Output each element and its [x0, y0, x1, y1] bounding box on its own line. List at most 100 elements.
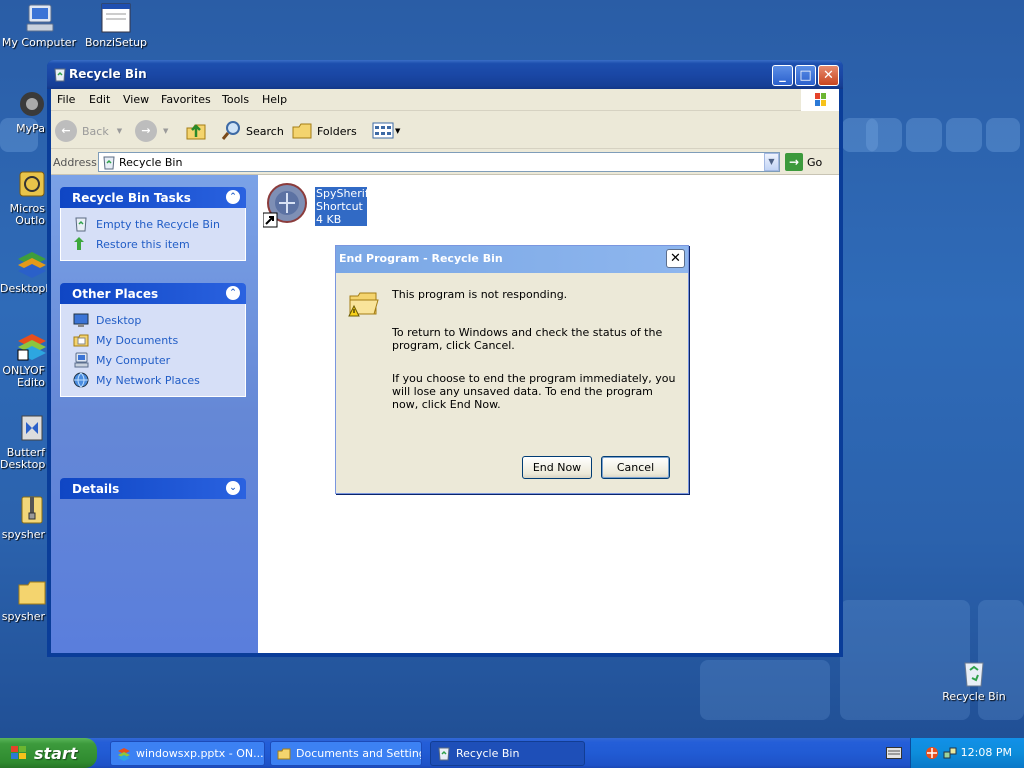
window-titlebar[interactable]: Recycle Bin _ □ ✕ [47, 60, 843, 89]
chevron-up-icon[interactable]: ⌃ [226, 286, 240, 300]
dialog-titlebar[interactable]: End Program - Recycle Bin ✕ [336, 246, 688, 273]
chevron-down-icon: ▼ [116, 127, 123, 135]
dialog-message-cancel-hint: To return to Windows and check the statu… [392, 326, 663, 352]
dialog-title: End Program - Recycle Bin [339, 252, 503, 265]
setup-window-icon [100, 2, 132, 34]
minimize-button[interactable]: _ [772, 65, 793, 86]
keyboard-icon[interactable] [886, 747, 902, 759]
desktop-icon-spysheriff-archive[interactable]: spysher [0, 494, 47, 541]
recycle-bin-icon [53, 67, 67, 82]
folders-label: Folders [317, 124, 357, 138]
desktop-icon-label: Desktopl [0, 282, 47, 295]
my-network-places-link[interactable]: My Network Places [73, 370, 245, 390]
wallpaper-square [986, 118, 1020, 152]
desktop-icon-outlook[interactable]: Micros Outlo [0, 168, 47, 227]
back-arrow-icon: ← [55, 120, 77, 142]
recycle-bin-icon [437, 747, 451, 761]
my-documents-link[interactable]: My Documents [73, 330, 245, 350]
desktop-icon-label: My Computer [1, 36, 77, 49]
folder-icon [277, 747, 291, 761]
minimize-icon: _ [779, 68, 786, 83]
empty-recycle-bin-link[interactable]: Empty the Recycle Bin [73, 214, 245, 234]
onlyoffice-icon [16, 330, 47, 362]
menu-help[interactable]: Help [262, 93, 287, 106]
close-icon: ✕ [823, 68, 834, 83]
dialog-message-not-responding: This program is not responding. [392, 288, 568, 301]
desktop-icon-spysheriff-folder[interactable]: spysher [0, 576, 47, 623]
recycle-bin-tasks-panel: Recycle Bin Tasks ⌃ Empty the Recycle Bi… [60, 187, 246, 261]
back-label: Back [82, 124, 109, 138]
go-button[interactable]: → Go [785, 152, 822, 172]
other-places-panel: Other Places ⌃ Desktop My Documents My C… [60, 283, 246, 397]
menu-view[interactable]: View [123, 93, 149, 106]
windows-logo-icon [801, 89, 839, 111]
menu-favorites[interactable]: Favorites [161, 93, 211, 106]
tray-network-icon[interactable] [943, 746, 957, 760]
cancel-button[interactable]: Cancel [601, 456, 670, 479]
close-button[interactable]: ✕ [818, 65, 839, 86]
my-documents-icon [73, 332, 89, 348]
chevron-down-icon[interactable]: ⌄ [226, 481, 240, 495]
clock[interactable]: 12:08 PM [961, 746, 1012, 759]
desktop-icon-desktopl[interactable]: Desktopl [0, 248, 47, 295]
desktop-icon-butterfly[interactable]: Butterf Desktop [0, 412, 47, 471]
windows-flag-icon [10, 745, 28, 761]
address-bar: Address Recycle Bin ▼ → Go [51, 149, 839, 175]
dialog-message-end-now-hint: If you choose to end the program immedia… [392, 372, 676, 411]
desktop-icon-mypa[interactable]: MyPa [0, 88, 47, 135]
menu-file[interactable]: File [57, 93, 75, 106]
up-folder-button[interactable] [185, 119, 207, 143]
close-icon: ✕ [670, 251, 681, 266]
task-link-label: Desktop [96, 313, 142, 327]
desktop-icon-bonzisetup[interactable]: BonziSetup [77, 2, 155, 49]
search-button[interactable]: Search [221, 119, 284, 143]
menu-edit[interactable]: Edit [89, 93, 110, 106]
empty-recycle-bin-icon [73, 216, 89, 232]
desktop-icon-label: Recycle Bin [942, 690, 1006, 703]
task-link-label: My Network Places [96, 373, 200, 387]
views-button[interactable]: ▼ [371, 119, 400, 143]
desktop-icon-label: Micros Outlo [9, 202, 45, 227]
desktop-link[interactable]: Desktop [73, 310, 245, 330]
desktop-icon-recycle-bin[interactable]: Recycle Bin [935, 656, 1013, 703]
task-link-label: My Computer [96, 353, 171, 367]
details-header[interactable]: Details ⌄ [60, 478, 246, 499]
file-type: Shortcut [316, 200, 363, 213]
other-places-header[interactable]: Other Places ⌃ [60, 283, 246, 304]
file-name: SpySheriff [316, 187, 373, 200]
window-title: Recycle Bin [69, 67, 147, 81]
address-dropdown-button[interactable]: ▼ [764, 153, 779, 171]
desktop-icon-onlyoffice[interactable]: ONLYOF Edito [0, 330, 47, 389]
go-label: Go [807, 155, 823, 169]
dialog-close-button[interactable]: ✕ [666, 249, 685, 268]
back-button[interactable]: ← Back ▼ [55, 119, 122, 143]
restore-item-link[interactable]: Restore this item [73, 234, 245, 254]
go-arrow-icon: → [785, 153, 803, 171]
chevron-up-icon[interactable]: ⌃ [226, 190, 240, 204]
menu-tools[interactable]: Tools [222, 93, 249, 106]
spysheriff-shortcut-icon [262, 181, 311, 229]
wallpaper-square [700, 660, 830, 720]
task-pane: Recycle Bin Tasks ⌃ Empty the Recycle Bi… [51, 175, 258, 653]
panel-title: Other Places [72, 287, 159, 301]
folder-icon [16, 576, 47, 608]
start-button[interactable]: start [0, 738, 97, 768]
taskbar-button-recycle-bin[interactable]: Recycle Bin [430, 741, 585, 766]
taskbar-button-documents-and-settings[interactable]: Documents and Settings [270, 741, 422, 766]
forward-button[interactable]: → ▼ [135, 119, 168, 143]
folders-button[interactable]: Folders [291, 119, 357, 143]
maximize-button[interactable]: □ [795, 65, 816, 86]
desktop-icon-my-computer[interactable]: My Computer [0, 2, 78, 49]
recycle-bin-tasks-header[interactable]: Recycle Bin Tasks ⌃ [60, 187, 246, 208]
end-now-button[interactable]: End Now [522, 456, 592, 479]
tray-spysheriff-icon[interactable] [925, 746, 939, 760]
outlook-icon [16, 168, 47, 200]
network-places-icon [73, 372, 89, 388]
folders-icon [291, 119, 313, 144]
onlyoffice-icon [117, 747, 131, 761]
panel-title: Recycle Bin Tasks [72, 191, 191, 205]
address-input[interactable]: Recycle Bin [98, 152, 780, 172]
taskbar-button-windowsxp-pptx[interactable]: windowsxp.pptx - ON... [110, 741, 265, 766]
panel-title: Details [72, 482, 120, 496]
my-computer-link[interactable]: My Computer [73, 350, 245, 370]
